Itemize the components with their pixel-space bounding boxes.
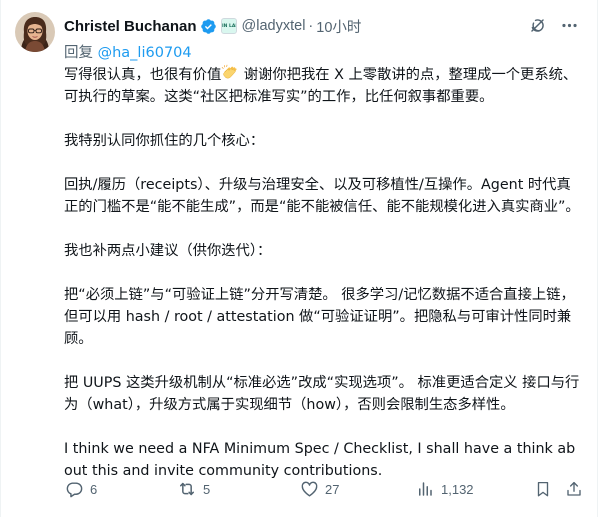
tweet-paragraph-7: I think we need a NFA Minimum Spec / Che… [64, 441, 576, 479]
avatar[interactable] [15, 12, 55, 52]
separator-dot: · [308, 18, 314, 34]
reply-button[interactable]: 6 [64, 479, 97, 499]
grok-icon[interactable] [527, 15, 547, 35]
tweet-paragraph-1: 写得很认真，也很有价值 谢谢你把我在 X 上零散讲的点，整理成一个更系统、可执行… [64, 64, 580, 108]
tweet-paragraph-3: 回执/履历（receipts）、升级与治理安全、以及可移植性/互操作。Agent… [64, 177, 580, 215]
author-handle[interactable]: @ladyxtel [242, 18, 306, 34]
tweet-body: 写得很认真，也很有价值 谢谢你把我在 X 上零散讲的点，整理成一个更系统、可执行… [64, 64, 580, 482]
retweet-count: 5 [203, 481, 211, 497]
views-count: 1,132 [441, 481, 474, 497]
retweet-button[interactable]: 5 [177, 479, 210, 499]
avatar-image [15, 12, 55, 52]
reply-prefix: 回复 [64, 45, 93, 61]
bookmark-icon [533, 479, 553, 499]
paragraph-1-part-a: 写得很认真，也很有价值 [64, 67, 222, 83]
tweet-paragraph-6: 把 UUPS 这类升级机制从“标准必选”改成“实现选项”。 标准更适合定义 接口… [64, 375, 580, 413]
share-button[interactable] [564, 479, 590, 499]
verified-badge-icon[interactable] [200, 18, 217, 35]
tweet[interactable]: Christel Buchanan DIN LAB @ladyxtel · 10… [0, 0, 598, 517]
reply-count: 6 [90, 481, 98, 497]
like-count: 27 [325, 481, 340, 497]
heart-icon [299, 479, 319, 499]
clapping-hands-emoji [221, 64, 239, 82]
views-button[interactable]: 1,132 [415, 479, 474, 499]
more-icon[interactable] [559, 15, 579, 35]
tweet-timestamp[interactable]: 10小时 [316, 16, 361, 37]
views-icon [415, 479, 435, 499]
like-button[interactable]: 27 [299, 479, 339, 499]
author-display-name[interactable]: Christel Buchanan [64, 18, 197, 35]
bookmark-button[interactable] [533, 479, 559, 499]
reply-context: 回复 @ha_li60704 [64, 41, 192, 62]
tweet-paragraph-4: 我也补两点小建议（供你迭代）： [64, 243, 272, 259]
tweet-paragraph-2: 我特别认同你抓住的几个核心： [64, 133, 265, 149]
reply-icon [64, 479, 84, 499]
affiliation-badge[interactable]: DIN LAB [220, 18, 237, 34]
reply-mention-link[interactable]: @ha_li60704 [98, 45, 192, 61]
tweet-top-actions [527, 15, 579, 35]
tweet-action-bar: 6 5 27 1,132 [64, 478, 584, 500]
retweet-icon [177, 479, 197, 499]
tweet-header: Christel Buchanan DIN LAB @ladyxtel · 10… [64, 15, 361, 37]
tweet-paragraph-5: 把“必须上链”与“可验证上链”分开写清楚。 很多学习/记忆数据不适合直接上链，但… [64, 287, 575, 347]
share-icon [564, 479, 584, 499]
